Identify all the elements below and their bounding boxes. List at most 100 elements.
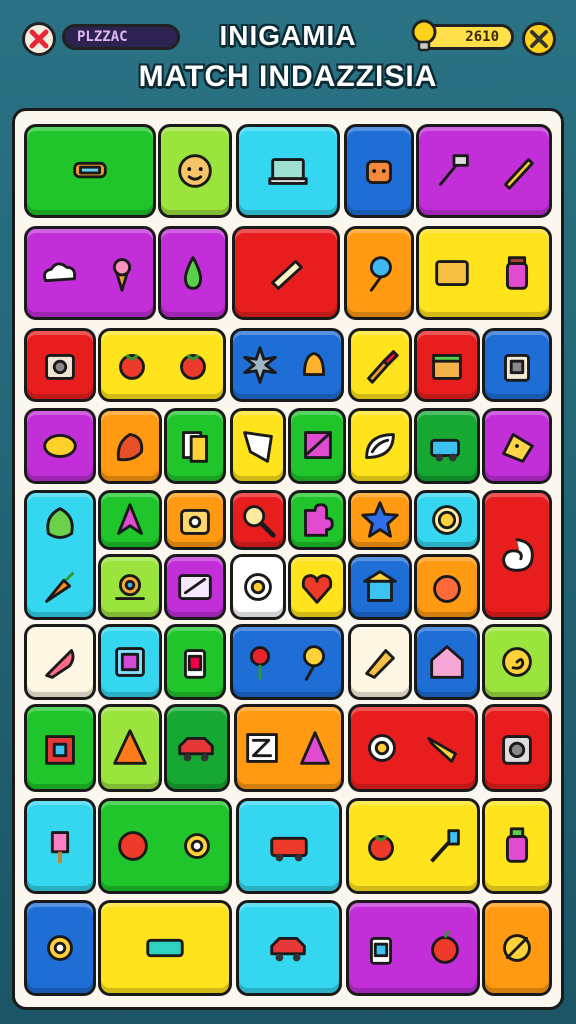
tile-letters[interactable]: [234, 704, 344, 792]
glue-icon: [494, 823, 540, 869]
tile-star[interactable]: [348, 490, 412, 550]
tile-cheese[interactable]: [482, 408, 552, 484]
tile-house[interactable]: [414, 624, 480, 700]
tile-rocket[interactable]: [24, 624, 96, 700]
tile-radio[interactable]: [482, 704, 552, 792]
tools-button[interactable]: [522, 22, 556, 56]
tile-spiral[interactable]: [482, 624, 552, 700]
leaf-icon: [357, 423, 403, 469]
tile-pear[interactable]: [158, 226, 228, 320]
swirl-icon: [494, 532, 540, 578]
firetruck-icon: [266, 823, 312, 869]
tile-coin[interactable]: [414, 490, 480, 550]
tile-flower-lolly[interactable]: [230, 624, 344, 700]
tile-swirl[interactable]: [482, 490, 552, 620]
tile-ruler[interactable]: [98, 900, 232, 996]
tile-grill[interactable]: [24, 124, 156, 218]
tile-firetruck[interactable]: [236, 798, 342, 894]
tile-glue[interactable]: [482, 798, 552, 894]
tile-ticket[interactable]: [164, 554, 226, 620]
tile-egg[interactable]: [230, 554, 286, 620]
heart-icon: [294, 564, 340, 610]
tile-peach[interactable]: [414, 554, 480, 620]
horn-icon: [421, 725, 467, 771]
tile-sandwich[interactable]: [348, 624, 412, 700]
tile-ball-gear[interactable]: [98, 798, 232, 894]
tile-lamp-apple[interactable]: [346, 900, 480, 996]
tile-cooker[interactable]: [164, 490, 226, 550]
tile-snail[interactable]: [98, 554, 162, 620]
tile-knot[interactable]: [482, 900, 552, 996]
tile-popsicle[interactable]: [24, 798, 96, 894]
score-value: 2610: [465, 29, 499, 45]
letter-a-icon: [292, 725, 338, 771]
temple-icon: [357, 564, 403, 610]
coin-icon: [424, 497, 470, 543]
lollipop-icon: [291, 639, 337, 685]
tile-chalk[interactable]: [232, 226, 340, 320]
tile-cone[interactable]: [98, 704, 162, 792]
puzzle-icon: [294, 497, 340, 543]
magnifier-icon: [235, 497, 281, 543]
tile-cake[interactable]: [414, 328, 480, 402]
car-icon: [174, 725, 220, 771]
tile-brush[interactable]: [348, 328, 412, 402]
tile-cloud-cone[interactable]: [24, 226, 156, 320]
tile-leaf[interactable]: [348, 408, 412, 484]
knot-icon: [494, 925, 540, 971]
ticket-icon: [172, 564, 218, 610]
tile-egg-horn[interactable]: [348, 704, 478, 792]
car-icon: [266, 925, 312, 971]
ruler-icon: [142, 925, 188, 971]
tile-heart[interactable]: [288, 554, 346, 620]
tile-cards[interactable]: [164, 408, 226, 484]
letter-z-icon: [240, 725, 286, 771]
tile-tomatoes[interactable]: [98, 328, 226, 402]
tile-magnifier[interactable]: [230, 490, 286, 550]
game-subtitle: MATCH INDAZZISIA: [138, 60, 438, 93]
popsicle-icon: [37, 823, 83, 869]
lettuce-icon: [37, 501, 83, 547]
jar-icon: [494, 250, 540, 296]
face-icon: [172, 148, 218, 194]
tile-car-red[interactable]: [164, 704, 230, 792]
lantern-icon: [172, 639, 218, 685]
tile-lettuce-carrot[interactable]: [24, 490, 96, 620]
picture-icon: [107, 639, 153, 685]
tile-temple[interactable]: [348, 554, 412, 620]
tile-tools[interactable]: [416, 124, 552, 218]
wrench-icon: [528, 28, 550, 50]
peach-icon: [424, 564, 470, 610]
bell-icon: [291, 342, 337, 388]
tile-car[interactable]: [236, 900, 342, 996]
tile-puzzle[interactable]: [288, 490, 346, 550]
star-icon: [357, 497, 403, 543]
spike-icon: [237, 342, 283, 388]
tile-truck[interactable]: [414, 408, 480, 484]
robot-head-icon: [356, 148, 402, 194]
tile-face[interactable]: [158, 124, 232, 218]
tomato-icon: [109, 342, 155, 388]
tile-gear[interactable]: [24, 900, 96, 996]
tile-lantern[interactable]: [164, 624, 226, 700]
laptop-icon: [265, 148, 311, 194]
tile-robot[interactable]: [344, 124, 414, 218]
tile-box[interactable]: [24, 704, 96, 792]
tile-picture[interactable]: [98, 624, 162, 700]
tile-lemon[interactable]: [24, 408, 96, 484]
tile-dragon[interactable]: [98, 408, 162, 484]
tile-tomato-screw[interactable]: [346, 798, 480, 894]
tile-paper[interactable]: [230, 408, 286, 484]
gear-icon: [174, 823, 220, 869]
cards-icon: [172, 423, 218, 469]
tile-camera[interactable]: [24, 328, 96, 402]
tile-tv-jar[interactable]: [416, 226, 552, 320]
tile-bag[interactable]: [482, 328, 552, 402]
tile-flag[interactable]: [288, 408, 346, 484]
tomato-icon: [358, 823, 404, 869]
egg-icon: [235, 564, 281, 610]
tile-laptop[interactable]: [236, 124, 340, 218]
tile-balloon[interactable]: [344, 226, 414, 320]
tile-spike-bell[interactable]: [230, 328, 344, 402]
tile-arrow[interactable]: [98, 490, 162, 550]
